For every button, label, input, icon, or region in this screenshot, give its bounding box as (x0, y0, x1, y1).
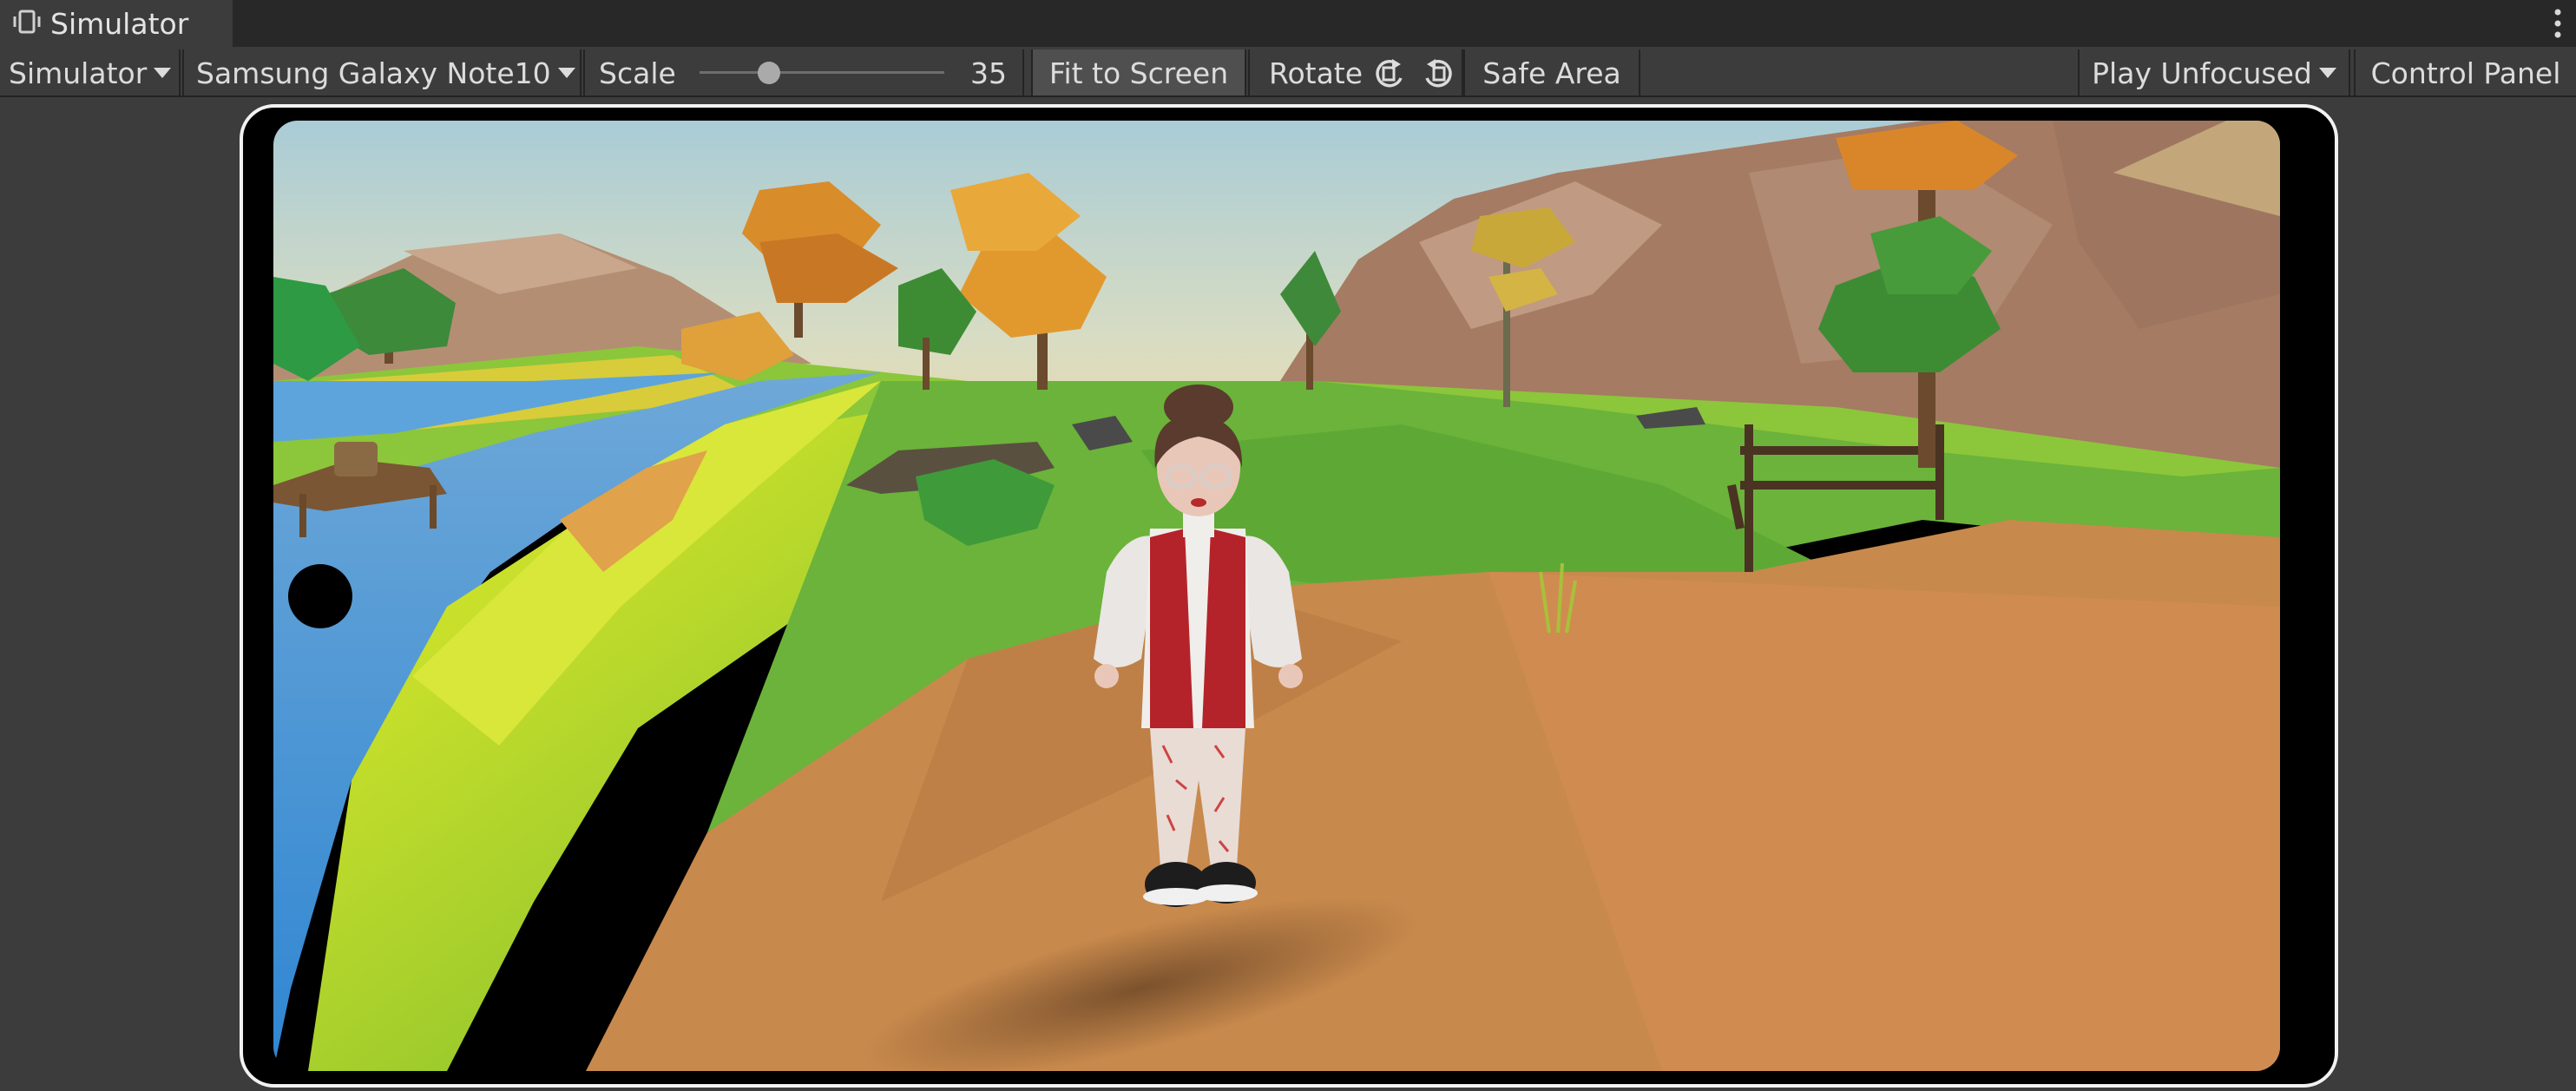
chevron-down-icon (557, 68, 575, 78)
scale-slider-track[interactable] (700, 71, 944, 74)
rotate-left-icon[interactable] (1371, 57, 1410, 94)
fit-to-screen-label: Fit to Screen (1048, 56, 1229, 90)
safe-area-toggle[interactable]: Safe Area (1463, 49, 1640, 96)
play-mode-label: Play Unfocused (2092, 56, 2312, 90)
simulator-tab-label: Simulator (50, 6, 189, 41)
scale-value: 35 (970, 56, 1007, 90)
control-panel-label: Control Panel (2370, 56, 2561, 90)
toolbar-divider (0, 95, 2576, 97)
fit-to-screen-button[interactable]: Fit to Screen (1031, 49, 1246, 96)
game-scene (273, 121, 2280, 1071)
simulator-tab[interactable]: Simulator (0, 0, 233, 47)
chevron-down-icon (2318, 68, 2336, 78)
scale-slider-handle[interactable] (758, 62, 780, 84)
scale-label: Scale (599, 56, 676, 90)
control-panel-button[interactable]: Control Panel (2354, 49, 2576, 96)
device-dropdown-label: Samsung Galaxy Note10 (196, 56, 551, 90)
rotate-right-icon[interactable] (1418, 57, 1456, 94)
rotate-label: Rotate (1269, 56, 1364, 90)
simulator-device-icon (12, 9, 42, 38)
simulator-dropdown[interactable]: Simulator (0, 49, 181, 96)
play-mode-dropdown[interactable]: Play Unfocused (2078, 49, 2350, 96)
simulator-toolbar: Simulator Samsung Galaxy Note10 Scale 35… (0, 49, 2576, 96)
editor-tab-strip: Simulator (0, 0, 2576, 47)
device-dropdown[interactable]: Samsung Galaxy Note10 (182, 49, 582, 96)
simulator-dropdown-label: Simulator (9, 56, 148, 90)
game-view[interactable] (273, 121, 2280, 1071)
chevron-down-icon (154, 68, 172, 78)
more-options-icon[interactable] (2553, 7, 2562, 40)
safe-area-label: Safe Area (1482, 56, 1621, 90)
virtual-joystick-icon (288, 564, 352, 628)
